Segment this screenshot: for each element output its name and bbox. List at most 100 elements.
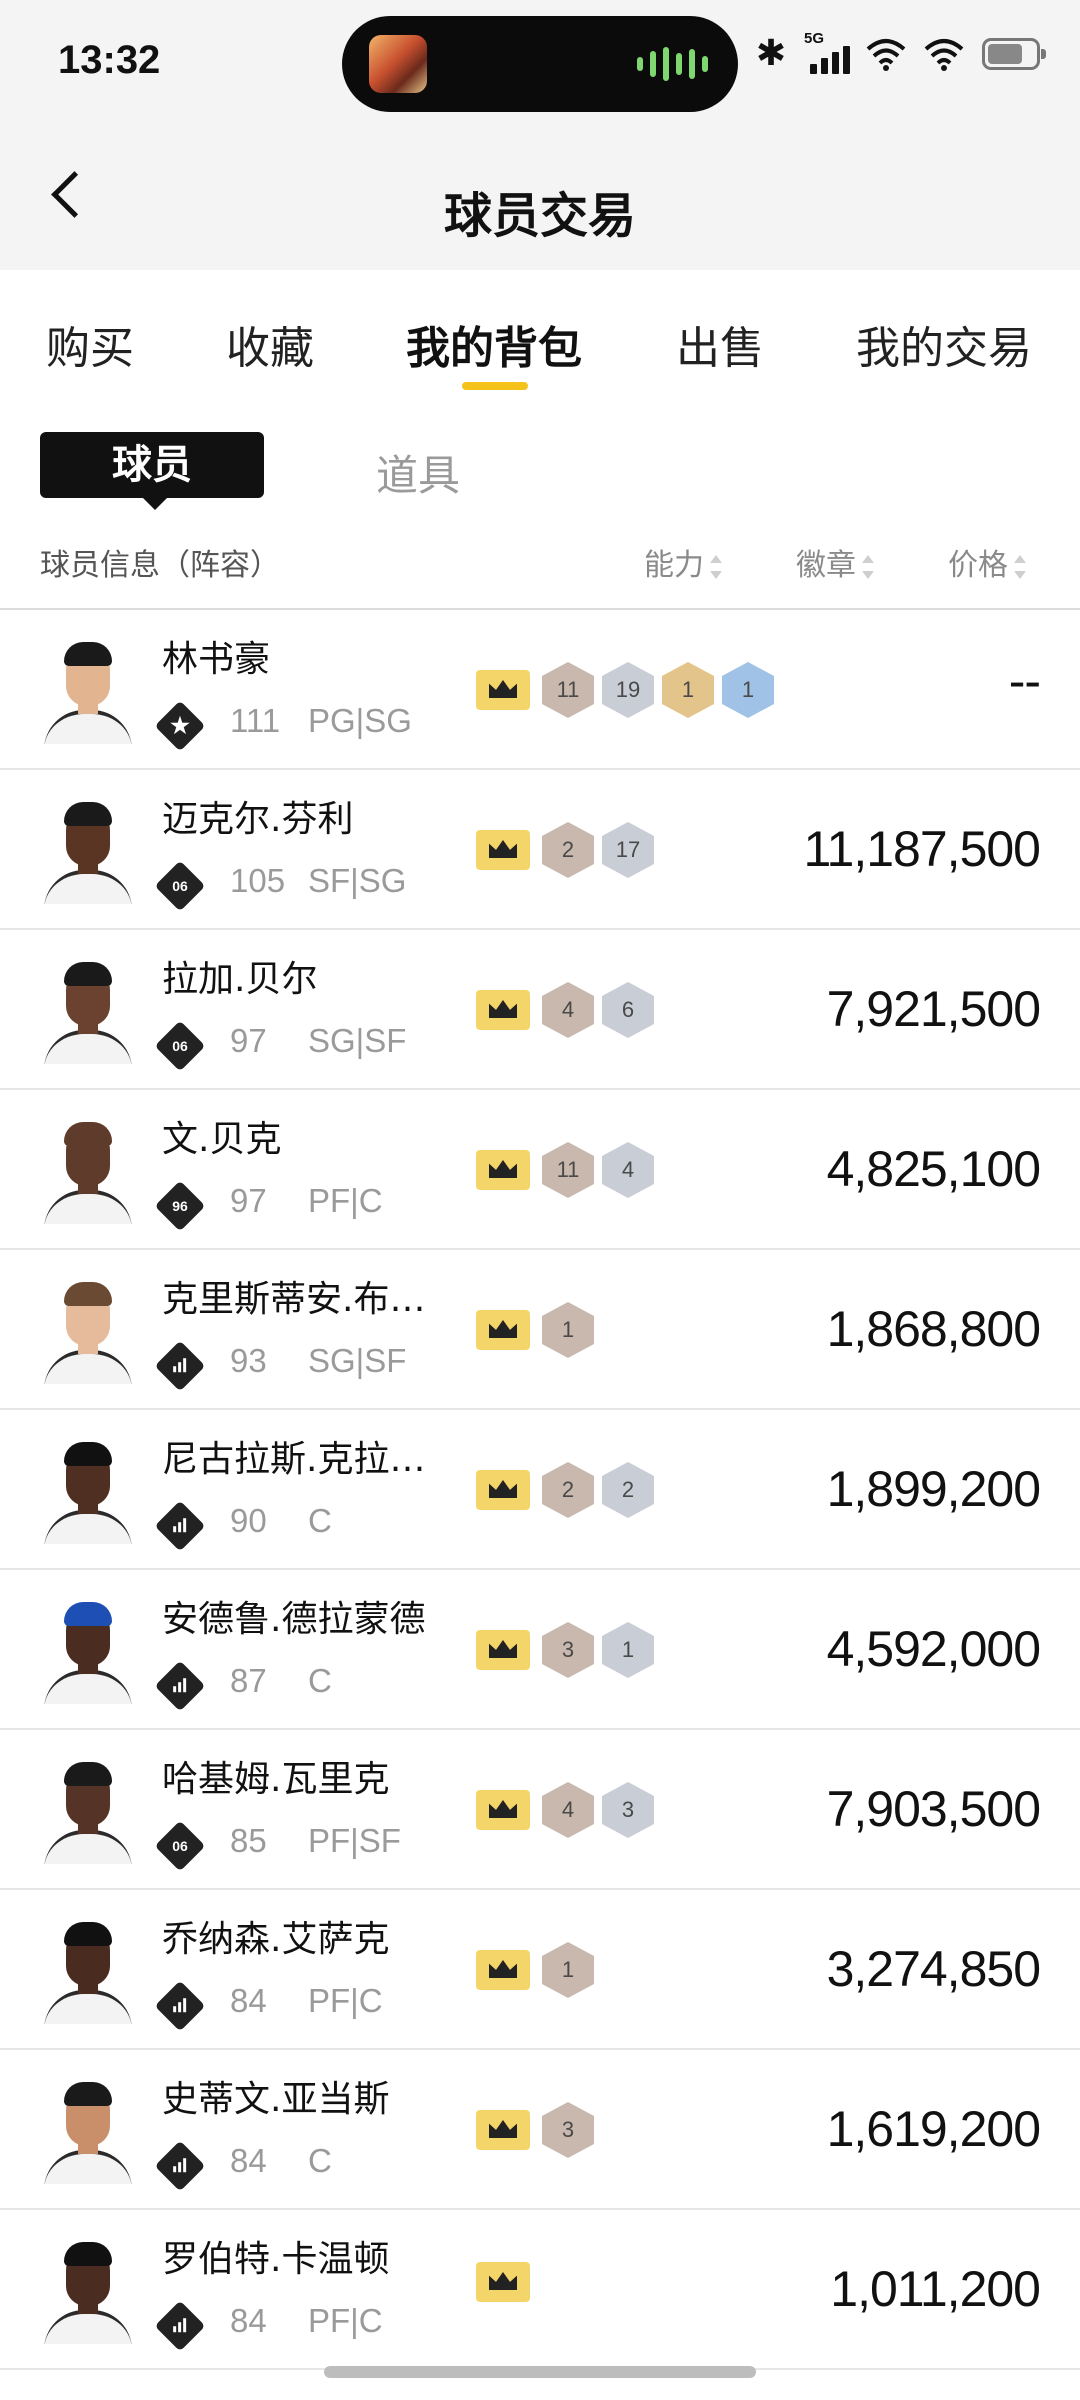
player-badges: 3 [476,2102,594,2158]
player-ability: 85 [230,1822,267,1859]
player-name: 克里斯蒂安.布… [162,1279,426,1320]
tab-buy[interactable]: 购买 [46,312,134,376]
battery-icon [982,38,1046,70]
page-title: 球员交易 [443,188,636,244]
tier-bars-icon [154,2140,206,2192]
tier-badge-icon: 06 [154,1020,206,1072]
column-price-sort[interactable]: 价格 [948,540,1028,584]
player-badges: 2 17 [476,822,654,878]
player-name: 拉加.贝尔 [162,959,318,1000]
player-price: 7,921,500 [826,981,1041,1037]
badge-count-silver: 1 [602,1622,654,1678]
bluetooth-icon: ✱ [755,33,786,74]
player-row[interactable]: 乔纳森.艾萨克 84 PF|C 1 3,274,850 [0,1890,1080,2050]
tier-badge-icon: 06 [154,1820,206,1872]
badge-count-bronze: 11 [542,662,594,718]
player-price: 1,011,200 [830,2261,1041,2317]
player-name: 史蒂文.亚当斯 [162,2079,390,2120]
tier-bars-icon [154,1660,206,1712]
player-avatar [40,2240,136,2344]
tab-my-trades[interactable]: 我的交易 [856,312,1032,376]
player-row[interactable]: 罗伯特.卡温顿 84 PF|C 1,011,200 [0,2210,1080,2370]
tab-favorites[interactable]: 收藏 [226,312,314,376]
badge-count-gold: 1 [662,662,714,718]
player-avatar [40,960,136,1064]
column-player-info: 球员信息（阵容） [40,548,280,583]
title-bar: 球员交易 [0,130,1080,270]
badge-count-bronze: 3 [542,2102,594,2158]
player-row[interactable]: 克里斯蒂安.布… 93 SG|SF 1 1,868,800 [0,1250,1080,1410]
badge-count-silver: 19 [602,662,654,718]
player-name: 尼古拉斯.克拉… [162,1439,426,1480]
player-badges: 46 [476,982,654,1038]
player-row[interactable]: 哈基姆.瓦里克 06 85 PF|SF 4 3 7,903,500 [0,1730,1080,1890]
column-badges-sort[interactable]: 徽章 [796,540,876,584]
crown-icon [476,2262,530,2302]
player-ability: 93 [230,1342,267,1379]
player-price: 1,619,200 [826,2101,1041,2157]
home-indicator[interactable] [324,2366,756,2378]
player-name: 哈基姆.瓦里克 [162,1759,390,1800]
player-row[interactable]: 史蒂文.亚当斯 84 C 3 1,619,200 [0,2050,1080,2210]
player-ability: 97 [230,1182,267,1219]
player-position: PF|C [308,1182,383,1219]
player-avatar [40,1600,136,1704]
player-position: SF|SG [308,862,407,899]
player-price: 1,868,800 [826,1301,1041,1357]
player-position: PF|SF [308,1822,401,1859]
crown-icon [476,1470,530,1510]
column-price-label: 价格 [948,548,1008,583]
tab-sell[interactable]: 出售 [676,312,764,376]
tab-my-backpack[interactable]: 我的背包 [406,312,582,376]
player-ability: 84 [230,1982,267,2019]
player-name: 林书豪 [162,639,271,680]
player-name: 安德鲁.德拉蒙德 [162,1599,426,1640]
player-badges: 31 [476,1622,654,1678]
player-list: 林书豪 ★ 111 PG|SG 11 19 1 1 -- 迈克尔.芬利 06 105 SF|SG 2 17 1… [0,610,1080,2370]
player-ability: 97 [230,1022,267,1059]
badge-count-bronze: 3 [542,1622,594,1678]
crown-icon [476,830,530,870]
crown-icon [476,1950,530,1990]
crown-icon [476,1790,530,1830]
badge-count-silver: 6 [602,982,654,1038]
player-row[interactable]: 尼古拉斯.克拉… 90 C 2 2 1,899,200 [0,1410,1080,1570]
player-avatar [40,1760,136,1864]
player-row[interactable]: 拉加.贝尔 06 97 SG|SF 4 6 7,921,500 [0,930,1080,1090]
status-icons: ✱ 5G [755,30,1046,74]
segment-players[interactable]: 球员 [40,432,264,510]
player-price: -- [1008,653,1041,709]
column-ability-sort[interactable]: 能力 [644,540,724,584]
player-price: 1,899,200 [826,1461,1041,1517]
crown-icon [476,1630,530,1670]
badge-count-blue: 1 [722,662,774,718]
player-avatar [40,1440,136,1544]
badge-count-bronze: 2 [542,1462,594,1518]
player-badges: 11 19 1 1 [476,662,774,718]
player-row[interactable]: 文.贝克 96 97 PF|C 11 4 4,825,100 [0,1090,1080,1250]
player-price: 4,825,100 [826,1141,1041,1197]
sort-icon [708,553,724,581]
crown-icon [476,670,530,710]
player-avatar [40,1920,136,2024]
sort-icon [860,553,876,581]
badge-count-bronze: 11 [542,1142,594,1198]
dynamic-island[interactable] [342,16,738,112]
player-price: 7,903,500 [826,1781,1041,1837]
segment-items[interactable]: 道具 [376,442,460,503]
player-price: 3,274,850 [826,1941,1041,1997]
column-ability-label: 能力 [644,548,704,583]
player-position: SG|SF [308,1342,407,1379]
tier-star-icon: ★ [154,700,206,752]
audio-wave-icon [637,46,708,82]
badge-count-bronze: 1 [542,1302,594,1358]
player-row[interactable]: 安德鲁.德拉蒙德 87 C 3 1 4,592,000 [0,1570,1080,1730]
player-position: PG|SG [308,702,412,739]
badge-count-bronze: 1 [542,1942,594,1998]
player-row[interactable]: 迈克尔.芬利 06 105 SF|SG 2 17 11,187,500 [0,770,1080,930]
player-ability: 90 [230,1502,267,1539]
player-badges: 11 4 [476,1142,654,1198]
player-price: 4,592,000 [826,1621,1041,1677]
player-name: 罗伯特.卡温顿 [162,2239,390,2280]
player-row[interactable]: 林书豪 ★ 111 PG|SG 11 19 1 1 -- [0,610,1080,770]
